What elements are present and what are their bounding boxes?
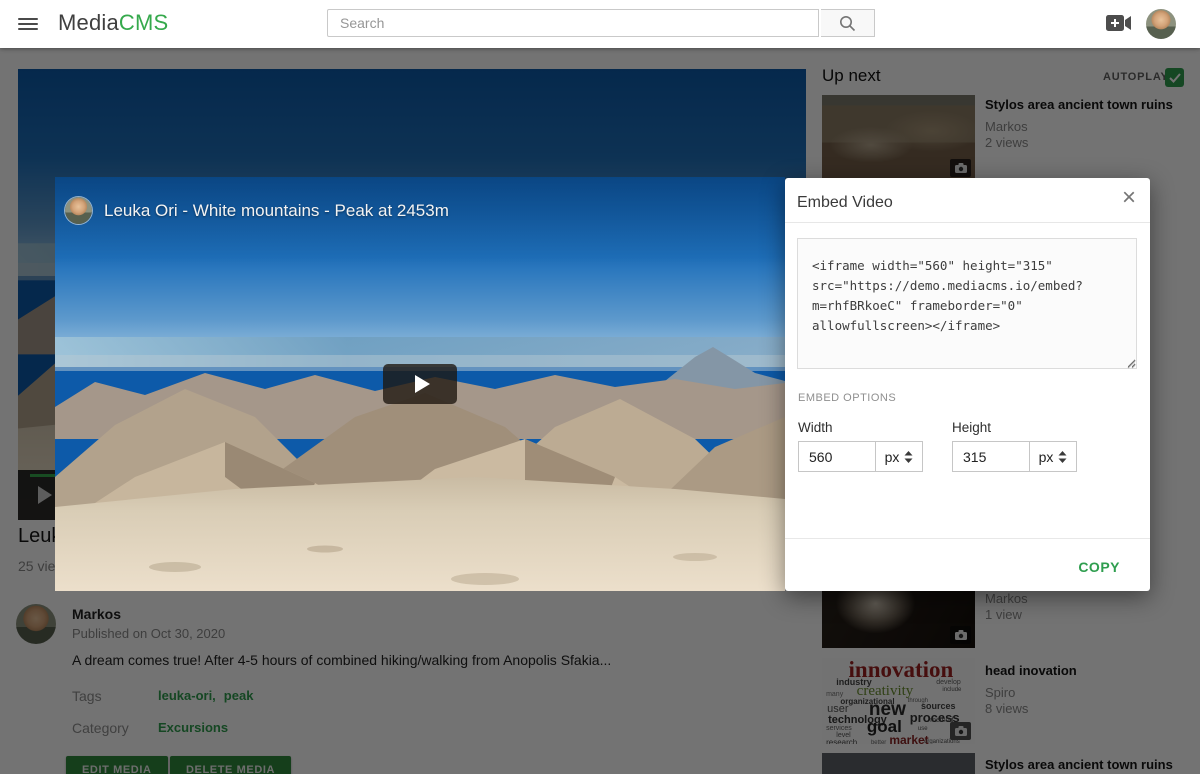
divider <box>785 222 1150 223</box>
top-navbar: MediaCMS <box>0 0 1200 48</box>
app-screen: Leuka Ori - White mountains - Peak at 24… <box>0 0 1200 774</box>
embed-options-heading: EMBED OPTIONS <box>798 392 896 404</box>
brand-logo[interactable]: MediaCMS <box>58 10 168 36</box>
width-label: Width <box>798 420 833 435</box>
upload-media-icon[interactable] <box>1106 14 1134 34</box>
height-unit-select[interactable]: px <box>1029 441 1077 472</box>
embed-video-dialog: Embed Video × <iframe width="560" height… <box>785 178 1150 591</box>
search-button[interactable] <box>821 9 875 37</box>
spinner-arrows-icon <box>904 451 913 463</box>
big-play-button[interactable] <box>383 364 457 404</box>
video-element[interactable]: Leuka Ori - White mountains - Peak at 24… <box>55 177 785 591</box>
play-icon <box>415 375 430 393</box>
unit-label: px <box>885 449 900 465</box>
channel-avatar[interactable] <box>65 197 92 224</box>
search-input[interactable] <box>327 9 819 37</box>
dialog-title: Embed Video <box>797 194 893 212</box>
close-icon[interactable]: × <box>1122 186 1136 210</box>
spinner-arrows-icon <box>1058 451 1067 463</box>
resize-grip-icon[interactable] <box>1127 360 1136 369</box>
video-title-overlay: Leuka Ori - White mountains - Peak at 24… <box>104 201 449 221</box>
unit-label: px <box>1039 449 1054 465</box>
width-unit-select[interactable]: px <box>875 441 923 472</box>
height-input[interactable] <box>952 441 1029 472</box>
search-icon <box>839 15 856 32</box>
hamburger-menu-icon[interactable] <box>18 15 38 33</box>
height-label: Height <box>952 420 991 435</box>
copy-button[interactable]: COPY <box>1078 559 1120 575</box>
divider <box>785 538 1150 539</box>
user-avatar[interactable] <box>1146 9 1176 39</box>
embed-code-textarea[interactable]: <iframe width="560" height="315" src="ht… <box>797 238 1137 369</box>
width-input[interactable] <box>798 441 875 472</box>
